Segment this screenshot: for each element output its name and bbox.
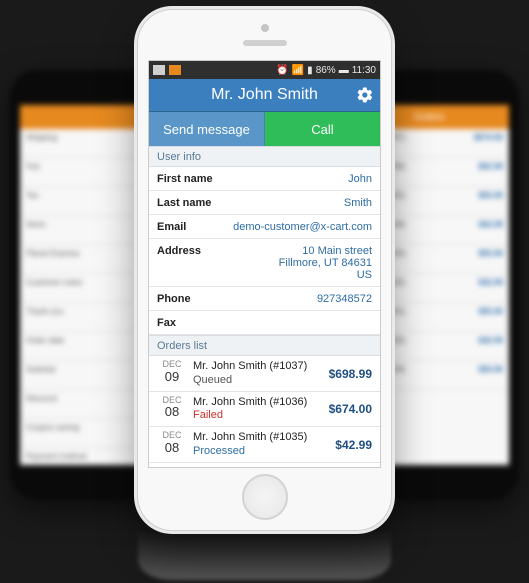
order-main: Mr. John Smith (#1034) <box>187 467 372 469</box>
phone-label: Phone <box>157 293 191 305</box>
screen: ⏰ 📶 ▮ 86% ▬ 11:30 Mr. John Smith Send me… <box>148 60 381 468</box>
email-value[interactable]: demo-customer@x-cart.com <box>233 221 372 233</box>
order-title: Mr. John Smith (#1035) <box>193 431 307 443</box>
order-main: Mr. John Smith (#1035) Processed <box>187 431 335 459</box>
order-row[interactable]: DEC08 Mr. John Smith (#1035) Processed$42.… <box>149 427 380 463</box>
order-title: Mr. John Smith (#1034) <box>193 467 307 469</box>
order-main: Mr. John Smith (#1036)Failed <box>187 396 329 424</box>
row-email: Email demo-customer@x-cart.com <box>149 215 380 239</box>
action-bar: Send message Call <box>149 112 380 146</box>
order-title: Mr. John Smith (#1037) <box>193 360 307 372</box>
order-status: Failed <box>193 409 329 423</box>
row-first-name: First name John <box>149 167 380 191</box>
first-name-label: First name <box>157 173 213 185</box>
signal-icon: ▮ <box>307 65 313 76</box>
phone-value[interactable]: 927348572 <box>317 293 372 305</box>
notification-icon-2 <box>169 65 181 75</box>
order-row[interactable]: DEC09 Mr. John Smith (#1037) Queued$698.99 <box>149 356 380 392</box>
gear-icon <box>356 86 374 104</box>
order-main: Mr. John Smith (#1037) Queued <box>187 360 329 388</box>
order-date: DEC08 <box>157 431 187 455</box>
order-date: DEC09 <box>157 360 187 384</box>
row-last-name: Last name Smith <box>149 191 380 215</box>
address-value: 10 Main street Fillmore, UT 84631 US <box>279 245 372 281</box>
order-row[interactable]: DEC08Mr. John Smith (#1036)Failed$674.00 <box>149 392 380 428</box>
order-row[interactable]: DEC Mr. John Smith (#1034) <box>149 463 380 469</box>
row-address: Address 10 Main street Fillmore, UT 8463… <box>149 239 380 287</box>
address-label: Address <box>157 245 201 257</box>
order-date: DEC <box>157 467 187 469</box>
order-price: $698.99 <box>329 367 372 381</box>
call-button[interactable]: Call <box>265 112 380 146</box>
alarm-icon: ⏰ <box>276 65 288 76</box>
phone-frame: ⏰ 📶 ▮ 86% ▬ 11:30 Mr. John Smith Send me… <box>138 10 391 530</box>
email-label: Email <box>157 221 186 233</box>
orders-list-header: Orders list <box>149 335 380 356</box>
status-bar: ⏰ 📶 ▮ 86% ▬ 11:30 <box>149 61 380 79</box>
clock: 11:30 <box>352 65 376 76</box>
first-name-value: John <box>348 173 372 185</box>
send-message-button[interactable]: Send message <box>149 112 265 146</box>
order-status: Queued <box>193 374 329 388</box>
title-bar: Mr. John Smith <box>149 79 380 112</box>
wifi-icon: 📶 <box>292 65 304 76</box>
order-title: Mr. John Smith (#1036) <box>193 396 307 408</box>
user-info-header: User info <box>149 146 380 167</box>
notification-icon <box>153 65 165 75</box>
last-name-value: Smith <box>344 197 372 209</box>
battery-percent: 86% <box>316 65 336 76</box>
last-name-label: Last name <box>157 197 211 209</box>
row-fax: Fax <box>149 311 380 335</box>
page-title: Mr. John Smith <box>211 86 318 104</box>
phone-top <box>138 10 391 60</box>
order-date: DEC08 <box>157 396 187 420</box>
order-status: Processed <box>193 445 335 459</box>
order-price: $42.99 <box>335 438 372 452</box>
speaker-slot <box>243 40 287 46</box>
settings-button[interactable] <box>356 86 374 104</box>
battery-icon: ▬ <box>339 65 349 76</box>
order-price: $674.00 <box>329 402 372 416</box>
reflection <box>138 530 391 580</box>
fax-label: Fax <box>157 317 176 329</box>
row-phone: Phone 927348572 <box>149 287 380 311</box>
home-button[interactable] <box>242 474 288 520</box>
camera-dot <box>261 24 269 32</box>
